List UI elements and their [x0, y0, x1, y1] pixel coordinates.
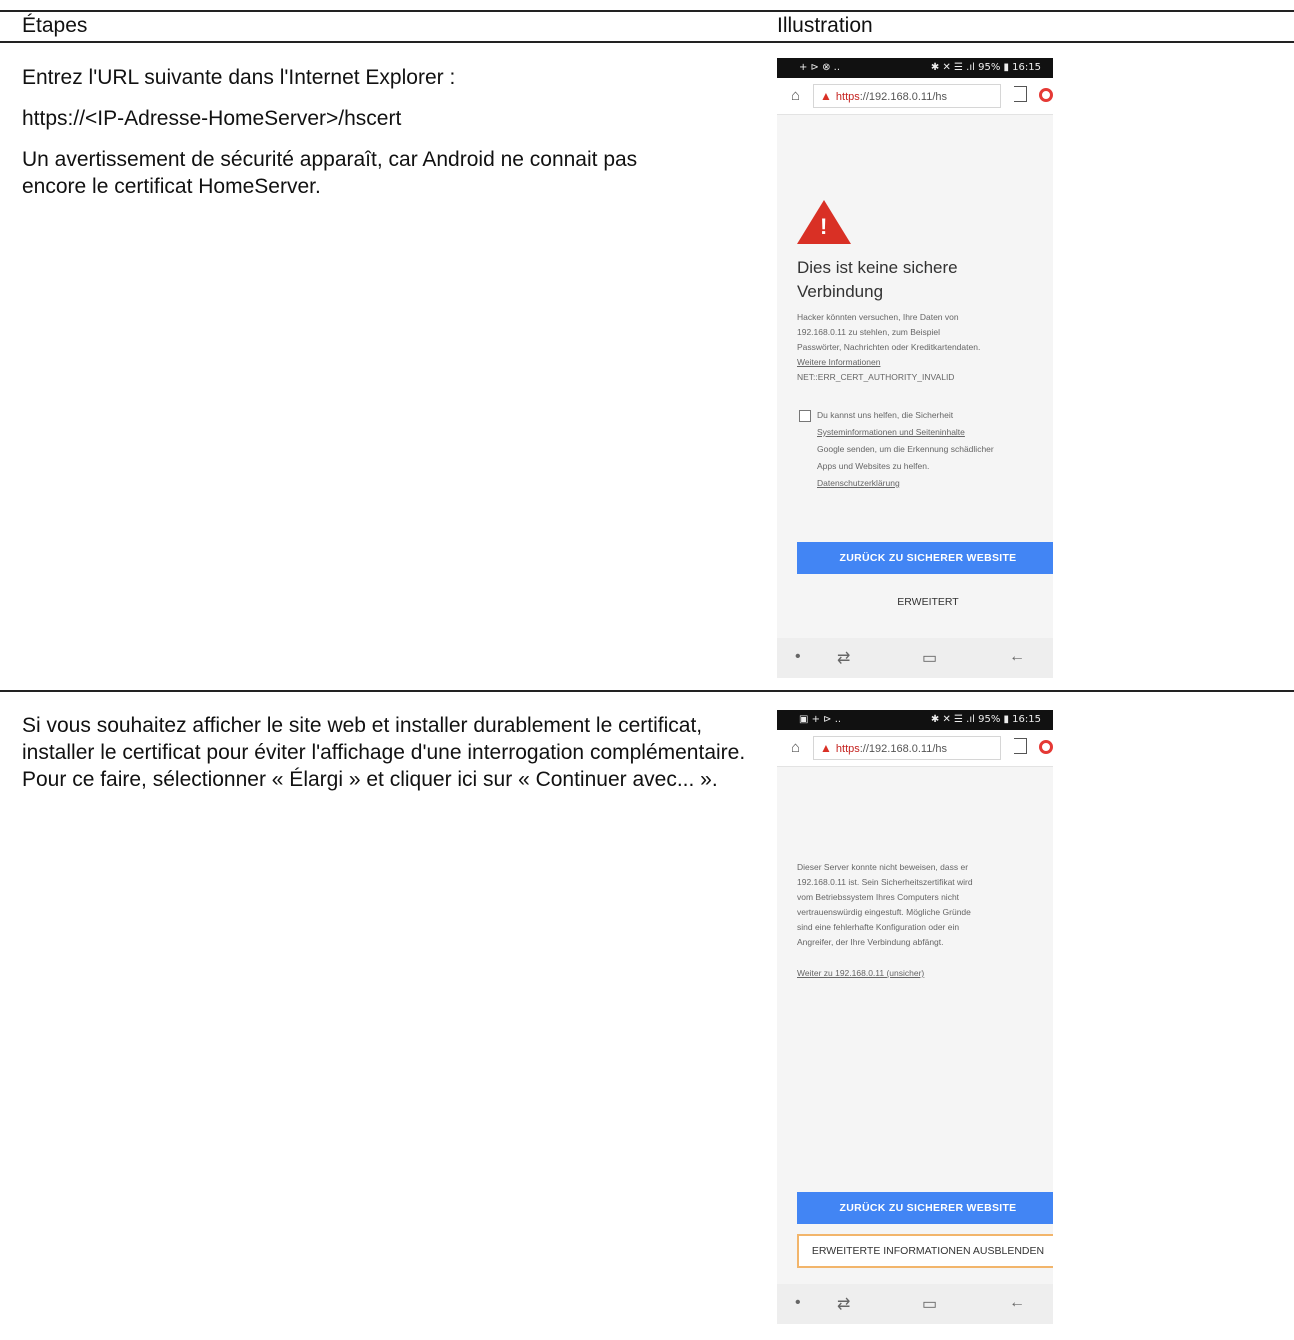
back-to-safety-button[interactable]: ZURÜCK ZU SICHERER WEBSITE [797, 1192, 1053, 1224]
browser-address-bar: ⌂ ▲ https://192.168.0.11/hs [777, 730, 1053, 767]
details-line-4: vertrauenswürdig eingestuft. Mögliche Gr… [797, 907, 971, 917]
proceed-unsafe-link[interactable]: Weiter zu 192.168.0.11 (unsicher) [797, 966, 1042, 981]
checkbox-line-1: Du kannst uns helfen, die Sicherheit [817, 410, 954, 420]
back-to-safety-button[interactable]: ZURÜCK ZU SICHERER WEBSITE [797, 542, 1053, 574]
back-icon[interactable]: ← [1009, 648, 1025, 666]
browser-logo-icon[interactable] [1039, 740, 1053, 754]
status-left-icons: + ⊳ ⊗ .. [799, 62, 841, 73]
instruction-warning-note: Un avertissement de sécurité apparaît, c… [22, 148, 638, 198]
url-field[interactable]: ▲ https://192.168.0.11/hs [813, 736, 1001, 760]
phone-screenshot-1: + ⊳ ⊗ .. ✱ ✕ ☰ .ıl 95% ▮ 16:15 ⌂ ▲ https:… [777, 58, 1053, 678]
error-code: NET::ERR_CERT_AUTHORITY_INVALID [797, 372, 955, 382]
row-separator-rule [0, 690, 1294, 692]
instruction-install-certificate: Si vous souhaitez afficher le site web e… [22, 714, 746, 791]
warning-line-1: Hacker könnten versuchen, Ihre Daten von [797, 312, 959, 322]
recent-apps-icon[interactable]: ⇄ [837, 1294, 850, 1314]
checkbox-line-2[interactable]: Systeminformationen und Seiteninhalte [817, 425, 1047, 440]
checkbox-line-4: Apps und Websites zu helfen. [817, 461, 930, 471]
privacy-link[interactable]: Datenschutzerklärung [817, 476, 1047, 491]
android-nav-bar: • ⇄ ▭ ← [777, 1284, 1053, 1324]
home-icon[interactable]: ⌂ [791, 739, 800, 756]
warning-icon: ▲ [820, 89, 832, 103]
error-details-page: Dieser Server konnte nicht beweisen, das… [777, 766, 1053, 1284]
advanced-button[interactable]: ERWEITERT [797, 596, 1053, 608]
android-nav-bar: • ⇄ ▭ ← [777, 638, 1053, 678]
details-line-2: 192.168.0.11 ist. Sein Sicherheitszertif… [797, 877, 973, 887]
home-nav-icon[interactable]: ▭ [922, 648, 937, 668]
tabs-icon[interactable] [1014, 86, 1027, 102]
header-bottom-rule [0, 41, 1294, 43]
instruction-url: https://<IP-Adresse-HomeServer>/hscert [22, 107, 402, 130]
recent-apps-icon[interactable]: ⇄ [837, 648, 850, 668]
phone-screenshot-2: ▣ + ⊳ .. ✱ ✕ ☰ .ıl 95% ▮ 16:15 ⌂ ▲ https:… [777, 710, 1053, 1324]
status-bar: ▣ + ⊳ .. ✱ ✕ ☰ .ıl 95% ▮ 16:15 [777, 710, 1053, 730]
checkbox-line-3: Google senden, um die Erkennung schädlic… [817, 444, 994, 454]
report-checkbox[interactable] [799, 410, 811, 422]
dot-icon: • [795, 1294, 801, 1311]
browser-logo-icon[interactable] [1039, 88, 1053, 102]
warning-title: Dies ist keine sichere Verbindung [797, 258, 958, 301]
details-line-6: Angreifer, der Ihre Verbindung abfängt. [797, 937, 944, 947]
status-left-icons: ▣ + ⊳ .. [799, 714, 842, 725]
dot-icon: • [795, 648, 801, 665]
column-header-steps: Étapes [22, 14, 88, 37]
column-header-illustration: Illustration [777, 14, 873, 37]
step-1-text: Entrez l'URL suivante dans l'Internet Ex… [22, 64, 722, 214]
step-2-text: Si vous souhaitez afficher le site web e… [22, 712, 752, 807]
warning-line-3: Passwörter, Nachrichten oder Kreditkarte… [797, 342, 981, 352]
instruction-url-entry: Entrez l'URL suivante dans l'Internet Ex… [22, 66, 456, 89]
tabs-icon[interactable] [1014, 738, 1027, 754]
home-icon[interactable]: ⌂ [791, 87, 800, 104]
browser-address-bar: ⌂ ▲ https://192.168.0.11/hs [777, 78, 1053, 115]
warning-triangle-icon: ! [797, 200, 851, 244]
status-right-icons: ✱ ✕ ☰ .ıl 95% ▮ 16:15 [930, 714, 1041, 725]
hide-advanced-button[interactable]: ERWEITERTE INFORMATIONEN AUSBLENDEN [797, 1234, 1053, 1268]
warning-icon: ▲ [820, 741, 832, 755]
status-bar: + ⊳ ⊗ .. ✱ ✕ ☰ .ıl 95% ▮ 16:15 [777, 58, 1053, 78]
url-field[interactable]: ▲ https://192.168.0.11/hs [813, 84, 1001, 108]
details-line-3: vom Betriebssystem Ihres Computers nicht [797, 892, 960, 902]
home-nav-icon[interactable]: ▭ [922, 1294, 937, 1314]
back-icon[interactable]: ← [1009, 1294, 1025, 1312]
details-line-1: Dieser Server konnte nicht beweisen, das… [797, 862, 969, 872]
more-info-link[interactable]: Weitere Informationen [797, 355, 1042, 370]
error-page: ! Dies ist keine sichere Verbindung Hack… [777, 114, 1053, 638]
table-top-rule [0, 10, 1294, 12]
status-right-icons: ✱ ✕ ☰ .ıl 95% ▮ 16:15 [930, 62, 1041, 73]
details-line-5: sind eine fehlerhafte Konfiguration oder… [797, 922, 960, 932]
warning-line-2: 192.168.0.11 zu stehlen, zum Beispiel [797, 327, 941, 337]
